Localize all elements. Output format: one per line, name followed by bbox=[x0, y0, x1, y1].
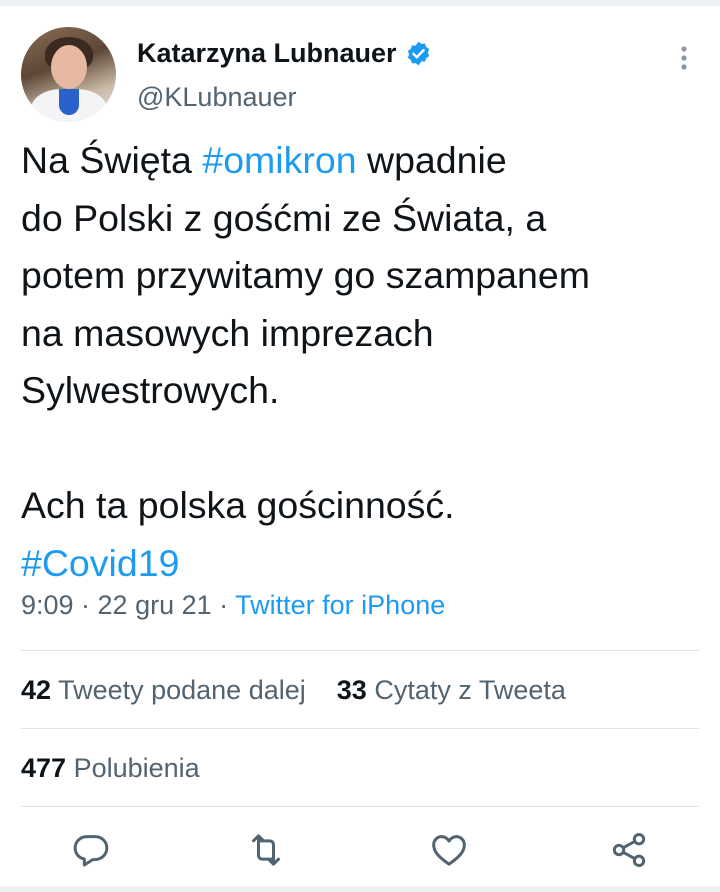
hashtag-omikron[interactable]: #omikron bbox=[202, 139, 356, 181]
author-name[interactable]: Katarzyna Lubnauer bbox=[137, 38, 397, 69]
retweets-label: Tweety podane dalej bbox=[58, 675, 306, 705]
divider bbox=[21, 728, 699, 729]
tweet-meta: 9:09 · 22 gru 21 · Twitter for iPhone bbox=[21, 590, 445, 621]
retweets-count: 42 bbox=[21, 675, 52, 705]
divider bbox=[21, 650, 699, 651]
likes-count: 477 bbox=[21, 753, 67, 783]
hashtag-covid19[interactable]: #Covid19 bbox=[21, 542, 179, 584]
tweet-body: do Polski z gośćmi ze Świata, a potem pr… bbox=[21, 196, 590, 527]
tweet-source-link[interactable]: Twitter for iPhone bbox=[235, 590, 445, 620]
avatar-face bbox=[51, 45, 87, 89]
author-name-row[interactable]: Katarzyna Lubnauer bbox=[137, 38, 432, 69]
top-separator bbox=[0, 0, 720, 6]
bottom-separator bbox=[0, 886, 720, 892]
tweet-text-part: Na Święta bbox=[21, 139, 203, 181]
share-icon[interactable] bbox=[609, 830, 649, 870]
tweet-timestamp[interactable]: 9:09 · 22 gru 21 · bbox=[21, 590, 235, 620]
avatar[interactable] bbox=[21, 27, 116, 122]
heart-icon[interactable] bbox=[429, 830, 469, 870]
reply-icon[interactable] bbox=[71, 830, 111, 870]
tweet-actions-bar bbox=[0, 822, 720, 878]
tweet-text-part: wpadnie bbox=[356, 139, 507, 181]
divider bbox=[21, 806, 699, 807]
avatar-collar bbox=[59, 89, 79, 115]
verified-badge-icon bbox=[407, 41, 429, 66]
retweet-icon[interactable] bbox=[246, 830, 286, 870]
retweet-quote-stats: 42 Tweety podane dalej 33 Cytaty z Tweet… bbox=[21, 675, 566, 706]
author-handle[interactable]: @KLubnauer bbox=[137, 82, 297, 113]
likes-stat[interactable]: 477 Polubienia bbox=[21, 753, 200, 784]
quotes-count: 33 bbox=[336, 675, 367, 705]
quotes-label: Cytaty z Tweeta bbox=[374, 675, 566, 705]
more-vertical-icon[interactable] bbox=[674, 43, 694, 73]
retweets-stat[interactable]: 42 Tweety podane dalej bbox=[21, 675, 306, 705]
tweet-text: Na Święta #omikron wpadnie do Polski z g… bbox=[21, 132, 701, 592]
quotes-stat[interactable]: 33 Cytaty z Tweeta bbox=[337, 675, 566, 705]
likes-label: Polubienia bbox=[73, 753, 200, 783]
